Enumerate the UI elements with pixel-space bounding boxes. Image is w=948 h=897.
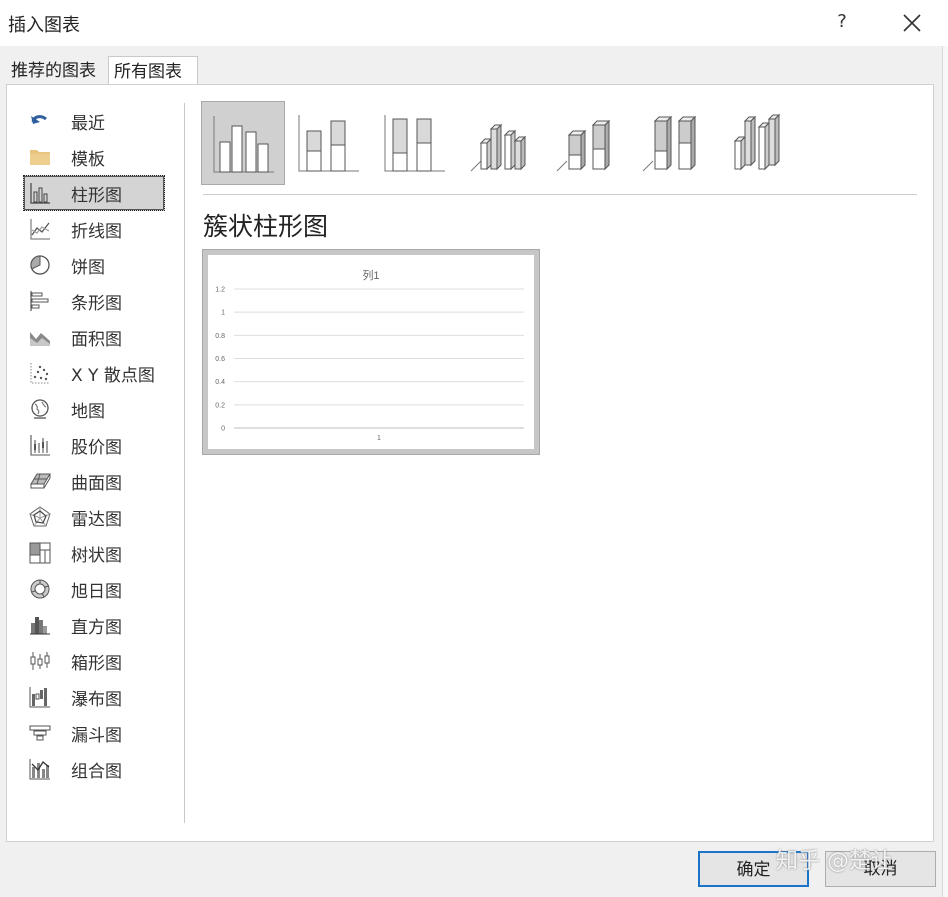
subtype-3d-100-stacked-column[interactable] <box>631 101 715 185</box>
sidebar-item-label: 曲面图 <box>71 474 122 494</box>
y-tick-label: 1 <box>221 310 225 317</box>
folder-icon <box>30 150 50 165</box>
title-bar: 插入图表 ? <box>0 0 948 46</box>
y-tick-label: 1.2 <box>215 287 225 294</box>
sidebar-item-label: 折线图 <box>71 222 122 242</box>
sidebar-item-stock[interactable]: 股价图 <box>23 427 165 463</box>
sidebar-item-label: 面积图 <box>71 330 122 350</box>
sidebar-item-label: 旭日图 <box>71 582 122 602</box>
gallery-divider <box>203 194 917 195</box>
chart-title: 列1 <box>362 268 379 282</box>
sidebar-item-combo[interactable]: 组合图 <box>23 751 165 787</box>
sidebar-item-label: 柱形图 <box>71 186 122 206</box>
window-edge <box>942 46 948 897</box>
sidebar-item-box-whisker[interactable]: 箱形图 <box>23 643 165 679</box>
sidebar-item-label: 条形图 <box>71 294 122 314</box>
y-tick-label: 0.2 <box>215 402 225 409</box>
stacked-column-icon <box>298 115 359 172</box>
sidebar-item-map[interactable]: 地图 <box>23 391 165 427</box>
vertical-divider <box>184 103 185 823</box>
undo-arrow-icon <box>31 115 47 124</box>
x-tick-label: 1 <box>377 435 381 442</box>
y-tick-label: 0 <box>221 426 225 433</box>
preview-chart: 列1 1.2 1 0.8 0.6 0.4 0.2 0 1 <box>215 268 524 442</box>
globe-icon <box>31 399 49 419</box>
close-icon <box>903 14 921 32</box>
dialog-title: 插入图表 <box>8 15 80 36</box>
tab-recommended-charts[interactable]: 推荐的图表 <box>6 56 106 84</box>
subtype-stacked-column[interactable] <box>287 101 371 185</box>
3d-100-stacked-column-icon <box>642 115 697 172</box>
sidebar-item-scatter[interactable]: X Y 散点图 <box>23 355 165 391</box>
all-charts-panel: 最近 模板 柱形图 折线图 饼图 条形图 面积图 X Y 散点图 地图 股价图 … <box>6 84 934 842</box>
sidebar-item-radar[interactable]: 雷达图 <box>23 499 165 535</box>
watermark: 知乎 @楚让 <box>776 849 893 874</box>
3d-column-icon <box>733 113 781 171</box>
sidebar-item-bar[interactable]: 条形图 <box>23 283 165 319</box>
clustered-column-icon <box>213 116 274 173</box>
sidebar-item-label: 雷达图 <box>71 510 122 530</box>
sidebar-item-label: 瀑布图 <box>71 690 122 710</box>
waterfall-chart-icon <box>29 687 50 708</box>
treemap-icon <box>29 542 51 564</box>
sidebar-item-funnel[interactable]: 漏斗图 <box>23 715 165 751</box>
sidebar-item-label: 最近 <box>71 114 105 134</box>
sidebar-item-pie[interactable]: 饼图 <box>23 247 165 283</box>
funnel-chart-icon <box>29 725 51 741</box>
sidebar-item-waterfall[interactable]: 瀑布图 <box>23 679 165 715</box>
subtype-3d-stacked-column[interactable] <box>545 101 629 185</box>
help-button[interactable]: ? <box>828 8 856 36</box>
sunburst-icon <box>30 579 50 599</box>
line-chart-icon <box>30 219 50 240</box>
selected-subtype-title: 簇状柱形图 <box>203 212 329 241</box>
sidebar-item-column[interactable]: 柱形图 <box>23 175 165 211</box>
sidebar-item-label: 组合图 <box>71 762 122 782</box>
histogram-icon <box>30 617 50 635</box>
y-tick-label: 0.6 <box>215 356 225 363</box>
sidebar-item-surface[interactable]: 曲面图 <box>23 463 165 499</box>
sidebar-item-label: 模板 <box>71 150 105 170</box>
box-whisker-icon <box>30 652 50 670</box>
close-button[interactable] <box>896 8 926 36</box>
sidebar-item-line[interactable]: 折线图 <box>23 211 165 247</box>
subtype-100-stacked-column[interactable] <box>373 101 457 185</box>
sidebar-item-label: 漏斗图 <box>71 726 122 746</box>
chart-preview-canvas: 列1 1.2 1 0.8 0.6 0.4 0.2 0 1 <box>208 255 534 449</box>
scatter-chart-icon <box>30 363 50 384</box>
3d-stacked-column-icon <box>556 119 611 172</box>
combo-chart-icon <box>29 759 50 780</box>
subtype-3d-column[interactable] <box>717 101 801 185</box>
chart-preview[interactable]: 列1 1.2 1 0.8 0.6 0.4 0.2 0 1 <box>202 249 540 455</box>
chart-type-list: 最近 模板 柱形图 折线图 饼图 条形图 面积图 X Y 散点图 地图 股价图 … <box>23 103 173 787</box>
sidebar-item-sunburst[interactable]: 旭日图 <box>23 571 165 607</box>
sidebar-item-area[interactable]: 面积图 <box>23 319 165 355</box>
3d-clustered-column-icon <box>470 123 527 172</box>
bar-chart-icon <box>30 291 49 311</box>
area-chart-icon <box>30 332 50 346</box>
y-tick-label: 0.8 <box>215 333 225 340</box>
column-chart-icon <box>30 183 50 204</box>
sidebar-item-label: 地图 <box>71 402 105 422</box>
sidebar-item-label: 直方图 <box>71 618 122 638</box>
sidebar-item-label: X Y 散点图 <box>71 366 155 386</box>
sidebar-item-templates[interactable]: 模板 <box>23 139 165 175</box>
tab-all-charts[interactable]: 所有图表 <box>108 56 198 85</box>
sidebar-item-recent[interactable]: 最近 <box>23 103 165 139</box>
stock-chart-icon <box>30 435 50 456</box>
sidebar-item-label: 饼图 <box>71 258 105 278</box>
sidebar-item-histogram[interactable]: 直方图 <box>23 607 165 643</box>
surface-chart-icon <box>30 473 51 489</box>
pie-chart-icon <box>30 255 50 275</box>
sidebar-item-label: 股价图 <box>71 438 122 458</box>
sidebar-item-label: 箱形图 <box>71 654 122 674</box>
subtype-3d-clustered-column[interactable] <box>459 101 543 185</box>
sidebar-item-label: 树状图 <box>71 546 122 566</box>
sidebar-item-treemap[interactable]: 树状图 <box>23 535 165 571</box>
100-stacked-column-icon <box>384 115 445 172</box>
subtype-clustered-column[interactable] <box>201 101 285 185</box>
y-tick-label: 0.4 <box>215 379 225 386</box>
radar-chart-icon <box>29 506 51 527</box>
